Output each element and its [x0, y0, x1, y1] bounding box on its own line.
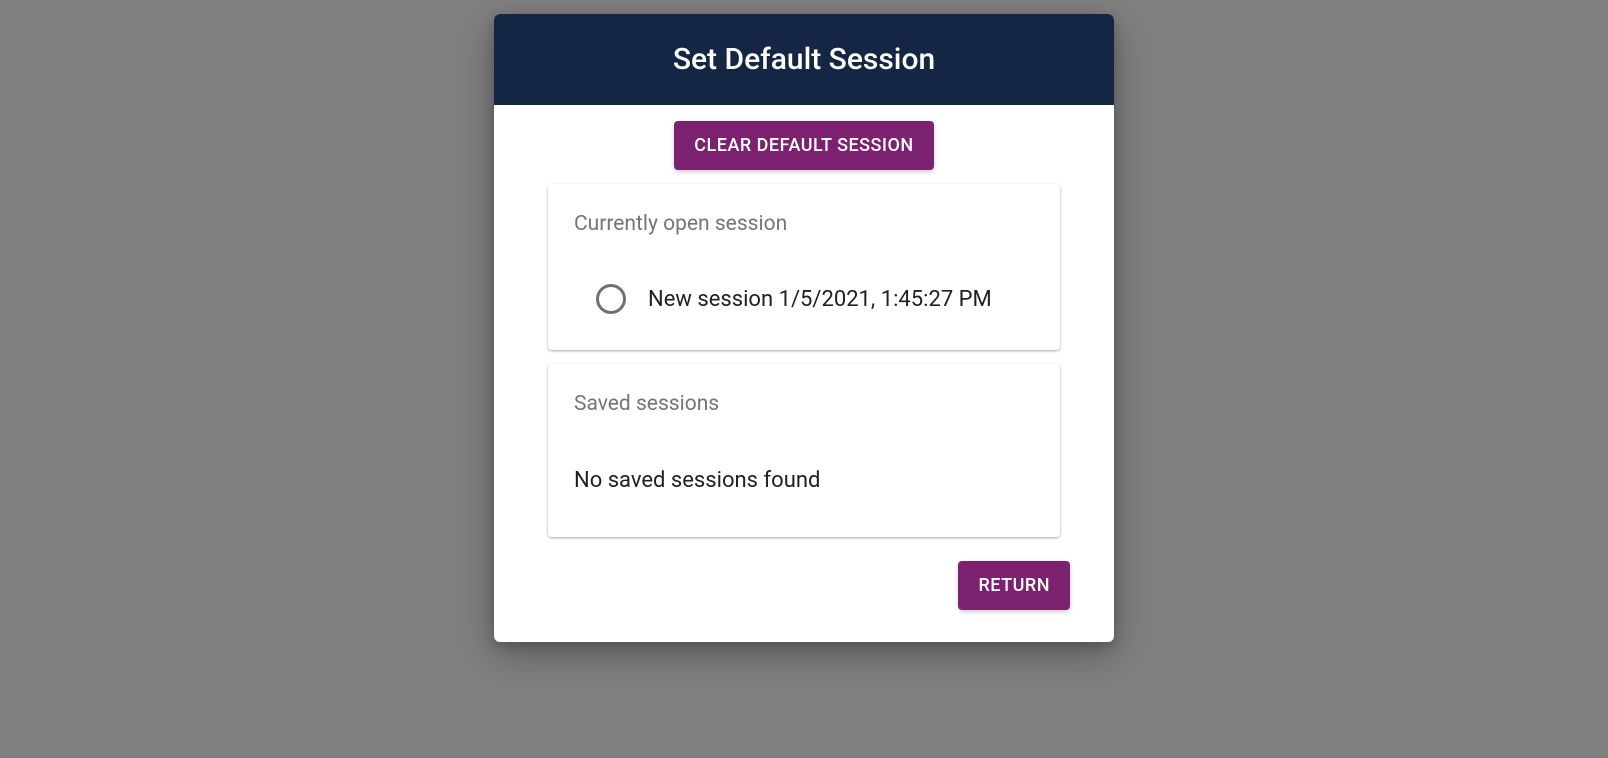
- radio-unchecked-icon[interactable]: [596, 284, 626, 314]
- clear-default-session-button[interactable]: Clear Default Session: [674, 121, 933, 170]
- dialog-header: Set Default Session: [494, 14, 1114, 105]
- saved-sessions-empty-message: No saved sessions found: [574, 468, 1034, 493]
- saved-sessions-heading: Saved sessions: [574, 392, 1034, 416]
- current-session-option[interactable]: New session 1/5/2021, 1:45:27 PM: [574, 284, 1034, 314]
- dialog-body: Clear Default Session Currently open ses…: [494, 105, 1114, 642]
- current-session-label: New session 1/5/2021, 1:45:27 PM: [648, 287, 992, 312]
- set-default-session-dialog: Set Default Session Clear Default Sessio…: [494, 14, 1114, 642]
- current-session-heading: Currently open session: [574, 212, 1034, 236]
- dialog-title: Set Default Session: [514, 42, 1094, 77]
- clear-button-wrap: Clear Default Session: [522, 121, 1086, 170]
- saved-sessions-card: Saved sessions No saved sessions found: [548, 364, 1060, 537]
- current-session-card: Currently open session New session 1/5/2…: [548, 184, 1060, 350]
- return-button[interactable]: Return: [958, 561, 1070, 610]
- dialog-footer: Return: [522, 561, 1086, 626]
